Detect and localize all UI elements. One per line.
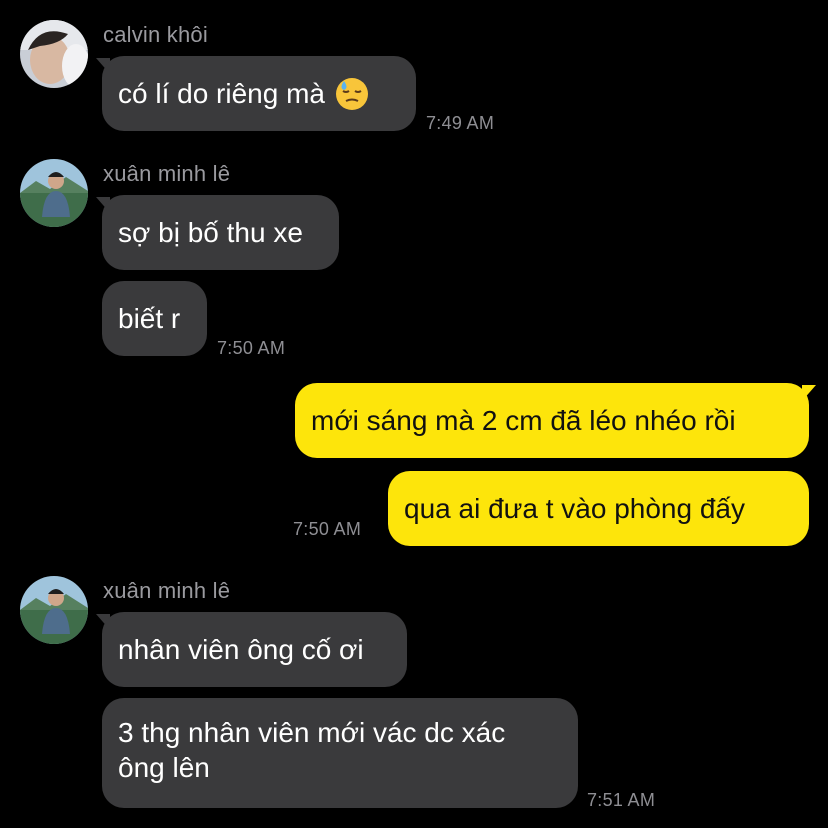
- message-text: nhân viên ông cố ơi: [118, 634, 364, 665]
- message-text: biết r: [118, 303, 181, 334]
- message-text-line: 3 thg nhân viên mới vác dc xác: [118, 717, 506, 748]
- avatar-calvin[interactable]: [20, 20, 88, 88]
- message-text: mới sáng mà 2 cm đã léo nhéo rồi: [311, 405, 736, 436]
- timestamp: 7:51 AM: [587, 790, 656, 810]
- message-text: qua ai đưa t vào phòng đấy: [404, 493, 746, 524]
- incoming-message-bubble[interactable]: 3 thg nhân viên mới vác dc xác ông lên: [102, 698, 578, 808]
- timestamp: 7:50 AM: [217, 338, 286, 358]
- timestamp: 7:49 AM: [426, 113, 495, 133]
- outgoing-message-bubble[interactable]: mới sáng mà 2 cm đã léo nhéo rồi: [295, 383, 809, 458]
- incoming-message-bubble[interactable]: sợ bị bố thu xe: [102, 195, 339, 270]
- avatar-xuan-minh-le[interactable]: [20, 159, 88, 227]
- message-text-line: ông lên: [118, 752, 210, 783]
- message-text: có lí do riêng mà: [118, 78, 325, 109]
- message-text: sợ bị bố thu xe: [118, 217, 303, 248]
- incoming-message-bubble[interactable]: nhân viên ông cố ơi: [102, 612, 407, 687]
- sender-name: calvin khôi: [103, 22, 208, 47]
- downcast-face-with-sweat-emoji-icon: [335, 77, 369, 111]
- avatar-xuan-minh-le[interactable]: [20, 576, 88, 644]
- timestamp: 7:50 AM: [293, 519, 362, 539]
- incoming-message-bubble[interactable]: có lí do riêng mà: [102, 56, 416, 131]
- sender-name: xuân minh lê: [103, 161, 231, 186]
- incoming-message-bubble[interactable]: biết r: [102, 281, 207, 356]
- sender-name: xuân minh lê: [103, 578, 231, 603]
- outgoing-message-bubble[interactable]: qua ai đưa t vào phòng đấy: [388, 471, 809, 546]
- bubble-tail: [802, 385, 816, 401]
